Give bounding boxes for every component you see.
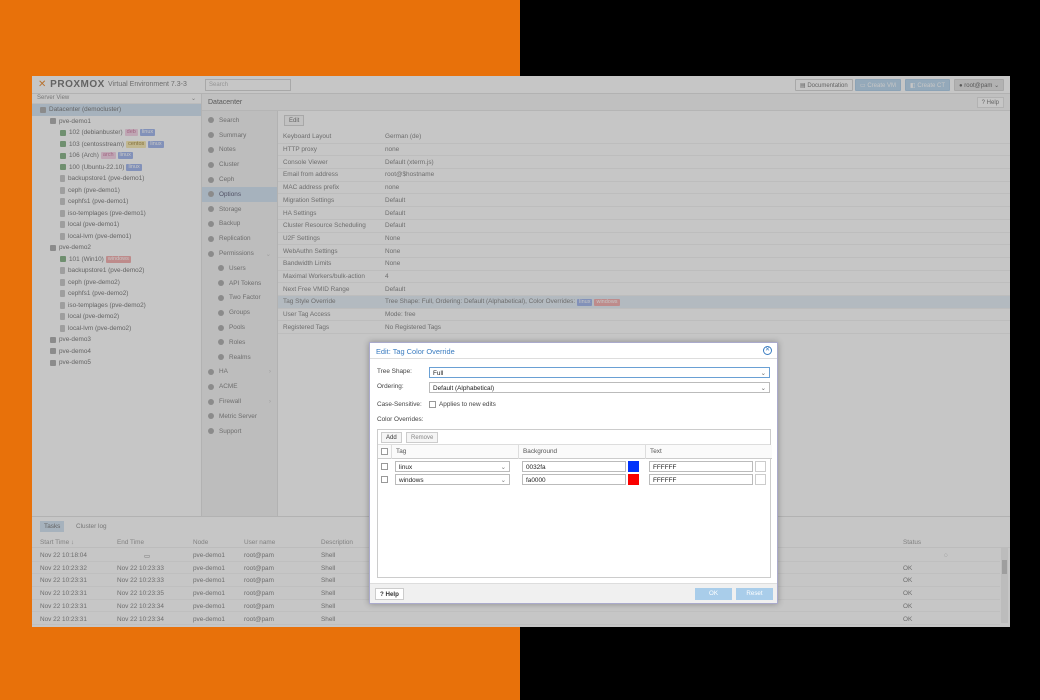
tag-color-dialog: Edit: Tag Color Override ✕ Tree Shape: F… bbox=[369, 342, 778, 604]
background-input[interactable]: fa0000 bbox=[522, 474, 626, 485]
background-color-swatch[interactable] bbox=[628, 461, 639, 472]
chevron-down-icon: ⌄ bbox=[500, 477, 506, 484]
color-overrides-label: Color Overrides: bbox=[377, 416, 424, 423]
row-checkbox[interactable] bbox=[381, 476, 388, 483]
remove-button[interactable]: Remove bbox=[406, 432, 439, 443]
row-checkbox[interactable] bbox=[381, 463, 388, 470]
background-input[interactable]: 0032fa bbox=[522, 461, 626, 472]
add-button[interactable]: Add bbox=[381, 432, 402, 443]
reset-button[interactable]: Reset bbox=[736, 588, 773, 600]
text-color-swatch[interactable] bbox=[755, 461, 766, 472]
ordering-label: Ordering: bbox=[377, 383, 404, 390]
ok-button[interactable]: OK bbox=[695, 588, 732, 600]
tag-value: linux bbox=[399, 463, 413, 471]
override-row: linux ⌄ 0032fa FFFFFF bbox=[378, 460, 772, 473]
dialog-header: Edit: Tag Color Override ✕ bbox=[370, 343, 777, 359]
proxmox-window: ✕ PROXMOX Virtual Environment 7.3-3 Sear… bbox=[32, 76, 1010, 627]
tree-shape-select[interactable]: Full ⌄ bbox=[429, 367, 770, 378]
grid-toolbar: Add Remove bbox=[378, 430, 770, 445]
color-override-grid: Add Remove Tag Background Text linux ⌄ 003… bbox=[377, 429, 772, 578]
chevron-down-icon: ⌄ bbox=[760, 385, 766, 392]
col-text: Text bbox=[650, 448, 662, 455]
ordering-select[interactable]: Default (Alphabetical) ⌄ bbox=[429, 382, 770, 393]
case-sensitive-checkbox[interactable] bbox=[429, 401, 436, 408]
chevron-down-icon: ⌄ bbox=[500, 464, 506, 471]
close-icon[interactable]: ✕ bbox=[763, 346, 772, 355]
tag-value: windows bbox=[399, 476, 424, 484]
question-icon: ? bbox=[380, 591, 384, 598]
text-color-swatch[interactable] bbox=[755, 474, 766, 485]
grid-header: Tag Background Text bbox=[378, 445, 772, 459]
case-sensitive-label: Case-Sensitive: bbox=[377, 401, 422, 408]
select-all-checkbox[interactable] bbox=[381, 448, 388, 455]
col-tag: Tag bbox=[396, 448, 407, 455]
override-row: windows ⌄ fa0000 FFFFFF bbox=[378, 473, 772, 486]
col-background: Background bbox=[523, 448, 558, 455]
tag-select[interactable]: windows ⌄ bbox=[395, 474, 510, 485]
text-color-input[interactable]: FFFFFF bbox=[649, 461, 753, 472]
chevron-down-icon: ⌄ bbox=[760, 370, 766, 377]
text-color-input[interactable]: FFFFFF bbox=[649, 474, 753, 485]
dialog-footer: ? Help OK Reset bbox=[370, 583, 777, 603]
dialog-help-button[interactable]: ? Help bbox=[375, 588, 404, 600]
tree-shape-label: Tree Shape: bbox=[377, 368, 412, 375]
background-color-swatch[interactable] bbox=[628, 474, 639, 485]
dialog-title: Edit: Tag Color Override bbox=[376, 347, 455, 356]
case-sensitive-option: Applies to new edits bbox=[439, 401, 496, 408]
tag-select[interactable]: linux ⌄ bbox=[395, 461, 510, 472]
